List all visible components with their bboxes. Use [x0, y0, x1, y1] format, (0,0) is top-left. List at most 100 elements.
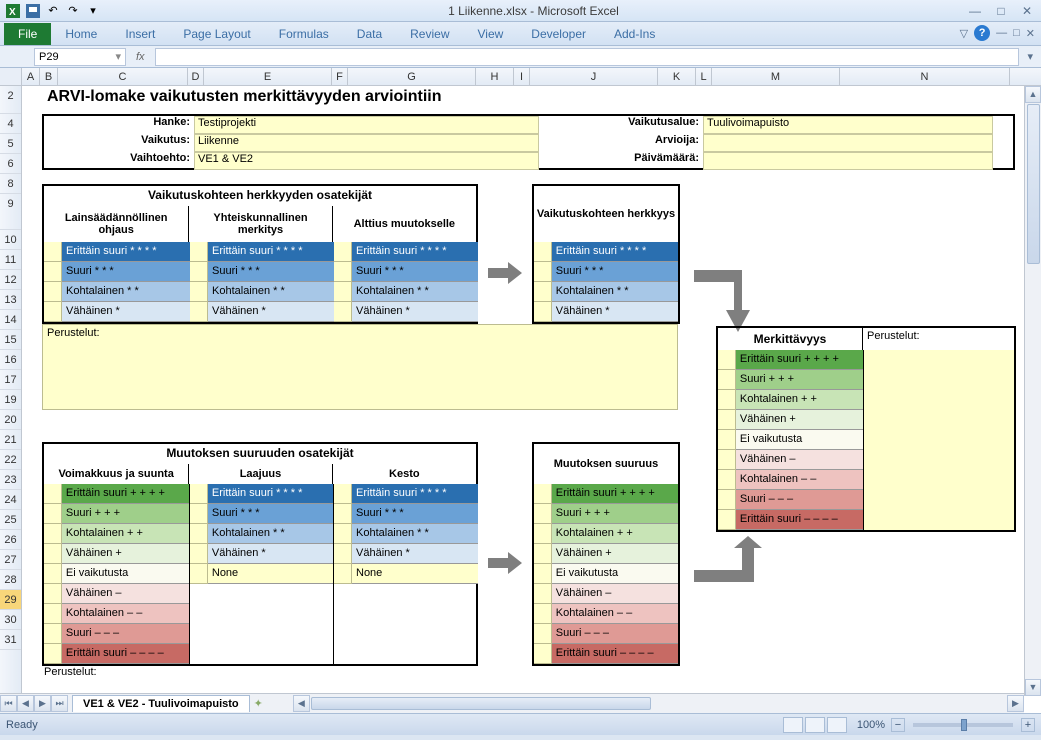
row-header-28[interactable]: 28: [0, 570, 21, 590]
scale-cell[interactable]: Suuri + + +: [62, 504, 189, 524]
vertical-scrollbar[interactable]: ▲ ▼: [1024, 86, 1041, 696]
row-header-5[interactable]: 5: [0, 134, 21, 154]
col-header-I[interactable]: I: [514, 68, 530, 85]
row-tab[interactable]: [718, 430, 736, 450]
row-tab[interactable]: [534, 644, 552, 664]
vscroll-thumb[interactable]: [1027, 104, 1040, 264]
zoom-slider[interactable]: [913, 723, 1013, 727]
col-header-N[interactable]: N: [840, 68, 1010, 85]
meta-hanke-value[interactable]: Testiprojekti: [194, 116, 539, 134]
scale-cell[interactable]: Vähäinen +: [736, 410, 863, 430]
row-tab[interactable]: [44, 564, 62, 584]
tab-formulas[interactable]: Formulas: [265, 23, 343, 45]
zoom-slider-knob[interactable]: [961, 719, 967, 731]
row-header-16[interactable]: 16: [0, 350, 21, 370]
scale-cell[interactable]: Suuri * * *: [352, 262, 478, 282]
row-tab[interactable]: [190, 262, 208, 282]
scale-cell[interactable]: Erittäin suuri – – – –: [552, 644, 678, 664]
file-tab[interactable]: File: [4, 23, 51, 45]
scale-cell[interactable]: Vähäinen *: [352, 544, 478, 564]
row-tab[interactable]: [718, 350, 736, 370]
select-all-corner[interactable]: [0, 68, 22, 85]
col-header-L[interactable]: L: [696, 68, 712, 85]
tab-developer[interactable]: Developer: [517, 23, 600, 45]
col-header-J[interactable]: J: [530, 68, 658, 85]
col-header-K[interactable]: K: [658, 68, 696, 85]
help-icon[interactable]: ?: [974, 25, 990, 41]
scale-cell[interactable]: Vähäinen –: [736, 450, 863, 470]
row-header-4[interactable]: 4: [0, 114, 21, 134]
meta-vaikutus-value[interactable]: Liikenne: [194, 134, 539, 152]
row-tab[interactable]: [534, 282, 552, 302]
row-header-13[interactable]: 13: [0, 290, 21, 310]
row-tab[interactable]: [334, 504, 352, 524]
row-header-30[interactable]: 30: [0, 610, 21, 630]
col-header-D[interactable]: D: [188, 68, 204, 85]
tab-last-button[interactable]: ⏭: [51, 695, 68, 712]
scale-cell[interactable]: Kohtalainen * *: [352, 524, 478, 544]
row-tab[interactable]: [718, 470, 736, 490]
col-header-M[interactable]: M: [712, 68, 840, 85]
scale-cell[interactable]: Vähäinen *: [552, 302, 678, 322]
scale-cell[interactable]: Vähäinen +: [552, 544, 678, 564]
scale-cell[interactable]: Kohtalainen + +: [552, 524, 678, 544]
scale-cell[interactable]: None: [208, 564, 333, 584]
scale-cell[interactable]: Suuri – – –: [736, 490, 863, 510]
workbook-restore-icon[interactable]: □: [1013, 27, 1020, 39]
col-header-G[interactable]: G: [348, 68, 476, 85]
row-tab[interactable]: [334, 564, 352, 584]
row-tab[interactable]: [190, 524, 208, 544]
scale-cell[interactable]: Kohtalainen * *: [552, 282, 678, 302]
scale-cell[interactable]: Suuri * * *: [352, 504, 478, 524]
row-tab[interactable]: [718, 450, 736, 470]
row-tab[interactable]: [44, 604, 62, 624]
row-tab[interactable]: [334, 302, 352, 322]
row-tab[interactable]: [534, 262, 552, 282]
row-tab[interactable]: [334, 262, 352, 282]
col-header-C[interactable]: C: [58, 68, 188, 85]
tab-insert[interactable]: Insert: [111, 23, 169, 45]
scale-cell[interactable]: Ei vaikutusta: [736, 430, 863, 450]
row-tab[interactable]: [44, 262, 62, 282]
row-tab[interactable]: [534, 524, 552, 544]
row-header-14[interactable]: 14: [0, 310, 21, 330]
row-tab[interactable]: [534, 504, 552, 524]
row-tab[interactable]: [44, 624, 62, 644]
scale-cell[interactable]: Vähäinen +: [62, 544, 189, 564]
workbook-minimize-icon[interactable]: —: [996, 27, 1007, 39]
scale-cell[interactable]: Kohtalainen – –: [552, 604, 678, 624]
row-tab[interactable]: [334, 524, 352, 544]
row-tab[interactable]: [334, 484, 352, 504]
row-header-11[interactable]: 11: [0, 250, 21, 270]
undo-icon[interactable]: ↶: [44, 2, 62, 20]
scale-cell[interactable]: Vähäinen –: [62, 584, 189, 604]
row-tab[interactable]: [718, 490, 736, 510]
sheet-tab-active[interactable]: VE1 & VE2 - Tuulivoimapuisto: [72, 695, 250, 712]
row-tab[interactable]: [534, 242, 552, 262]
row-header-31[interactable]: 31: [0, 630, 21, 650]
row-tab[interactable]: [534, 584, 552, 604]
row-header-19[interactable]: 19: [0, 390, 21, 410]
scale-cell[interactable]: Kohtalainen + +: [62, 524, 189, 544]
scale-cell[interactable]: Erittäin suuri * * * *: [352, 242, 478, 262]
tab-page-layout[interactable]: Page Layout: [169, 23, 264, 45]
scale-cell[interactable]: Erittäin suuri * * * *: [208, 484, 333, 504]
tab-first-button[interactable]: ⏮: [0, 695, 17, 712]
scale-cell[interactable]: Kohtalainen * *: [208, 524, 333, 544]
scroll-left-button[interactable]: ◀: [293, 695, 310, 712]
row-tab[interactable]: [190, 564, 208, 584]
workbook-close-icon[interactable]: ✕: [1026, 27, 1035, 40]
excel-icon[interactable]: X: [4, 2, 22, 20]
tab-view[interactable]: View: [464, 23, 518, 45]
restore-button[interactable]: □: [991, 3, 1011, 19]
scale-cell[interactable]: None: [352, 564, 478, 584]
scale-cell[interactable]: Suuri – – –: [552, 624, 678, 644]
row-header-23[interactable]: 23: [0, 470, 21, 490]
row-header-20[interactable]: 20: [0, 410, 21, 430]
scale-cell[interactable]: Erittäin suuri * * * *: [352, 484, 478, 504]
col-header-F[interactable]: F: [332, 68, 348, 85]
hscroll-thumb[interactable]: [311, 697, 651, 710]
row-tab[interactable]: [190, 282, 208, 302]
qat-dropdown-icon[interactable]: ▾: [84, 2, 102, 20]
row-tab[interactable]: [534, 624, 552, 644]
